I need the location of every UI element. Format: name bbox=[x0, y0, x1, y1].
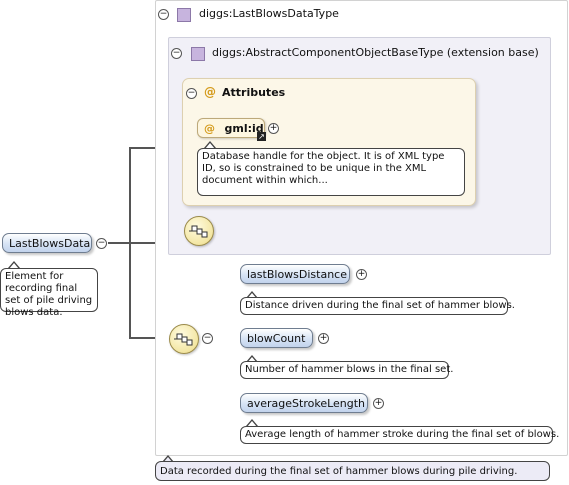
collapse-icon[interactable]: − bbox=[96, 238, 107, 249]
attributes-title: Attributes bbox=[222, 86, 286, 99]
expand-icon[interactable]: + bbox=[268, 123, 279, 134]
element-doc: Average length of hammer stroke during t… bbox=[240, 426, 559, 444]
expand-icon[interactable]: + bbox=[356, 269, 367, 280]
collapse-icon[interactable]: − bbox=[202, 333, 213, 344]
element-doc: Number of hammer blows in the final set. bbox=[240, 361, 453, 379]
attribute-gml-id[interactable]: @ gml:id bbox=[197, 118, 265, 138]
link-arrow-icon[interactable]: ↗ bbox=[257, 132, 266, 141]
at-sign-icon: @ bbox=[204, 122, 215, 135]
complex-type-icon bbox=[177, 8, 191, 22]
extension-type-title: diggs:AbstractComponentObjectBaseType (e… bbox=[212, 46, 539, 59]
element-blowcount[interactable]: blowCount bbox=[240, 328, 313, 348]
type-doc: Data recorded during the final set of ha… bbox=[155, 461, 550, 481]
doc-pointer bbox=[246, 419, 258, 427]
sequence-compositor-icon[interactable] bbox=[184, 216, 214, 246]
element-lastblowsdistance[interactable]: lastBlowsDistance bbox=[240, 264, 350, 284]
doc-pointer bbox=[8, 261, 20, 269]
element-doc: Element for recording final set of pile … bbox=[0, 268, 98, 318]
expand-icon[interactable]: + bbox=[373, 398, 384, 409]
element-doc: Distance driven during the final set of … bbox=[240, 297, 515, 315]
complex-type-icon bbox=[191, 47, 205, 61]
collapse-icon[interactable]: − bbox=[158, 9, 169, 20]
collapse-icon[interactable]: − bbox=[186, 88, 197, 99]
element-lastblowsdata[interactable]: LastBlowsData bbox=[2, 233, 92, 253]
element-averagestrokelength[interactable]: averageStrokeLength bbox=[240, 393, 368, 413]
at-sign-icon: @ bbox=[204, 85, 216, 99]
type-title: diggs:LastBlowsDataType bbox=[199, 7, 339, 20]
expand-icon[interactable]: + bbox=[318, 333, 329, 344]
attribute-doc: Database handle for the object. It is of… bbox=[197, 148, 465, 196]
collapse-icon[interactable]: − bbox=[171, 48, 182, 59]
doc-pointer bbox=[204, 141, 216, 149]
sequence-compositor-icon[interactable] bbox=[169, 324, 199, 354]
